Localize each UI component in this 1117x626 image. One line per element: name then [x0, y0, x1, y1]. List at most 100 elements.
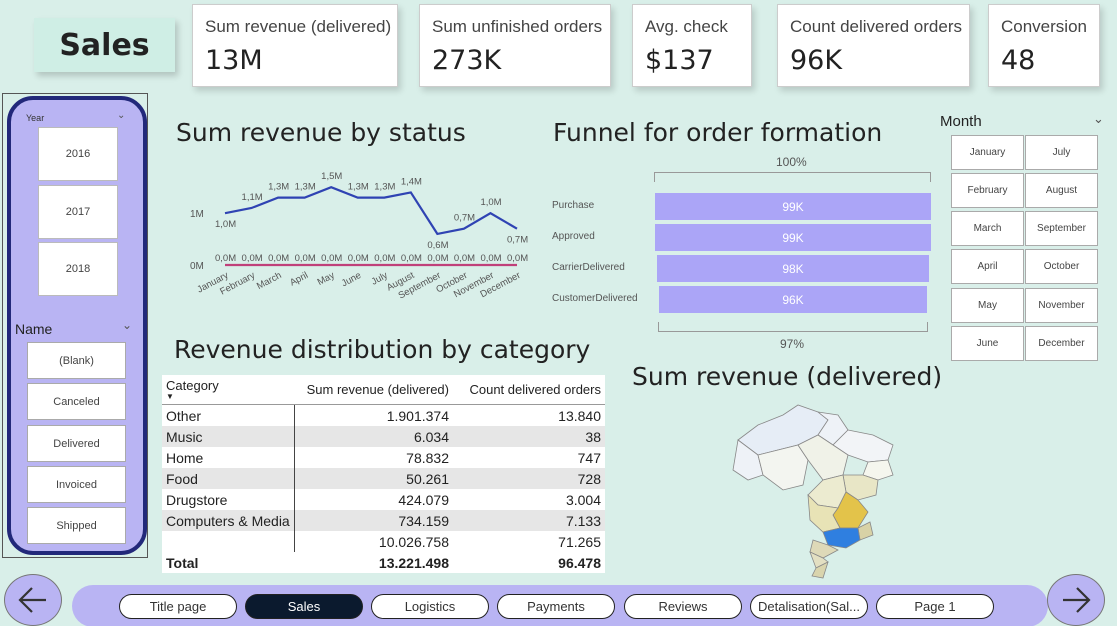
- data-label: 1,4M: [401, 176, 422, 187]
- x-tick-label: April: [288, 270, 310, 289]
- tab-detalisation[interactable]: Detalisation(Sal...: [750, 594, 868, 619]
- category-table: Category ▼ Sum revenue (delivered) Count…: [162, 375, 605, 573]
- tab-sales[interactable]: Sales: [245, 594, 363, 619]
- table-cell: Drugstore: [162, 489, 295, 510]
- data-label: 1,0M: [215, 219, 236, 230]
- data-label: 0,0M: [321, 253, 342, 264]
- column-header-count[interactable]: Count delivered orders: [455, 375, 605, 404]
- table-row[interactable]: Computers & Media 734.159 7.133: [162, 510, 605, 531]
- chevron-down-icon[interactable]: ⌄: [117, 110, 125, 121]
- month-option[interactable]: September: [1025, 211, 1098, 246]
- month-option[interactable]: May: [951, 288, 1024, 323]
- table-title: Revenue distribution by category: [174, 335, 591, 364]
- year-option[interactable]: 2016: [38, 127, 118, 181]
- funnel-bar[interactable]: 98K: [657, 255, 929, 282]
- tab-page-1[interactable]: Page 1: [876, 594, 994, 619]
- brazil-map: [732, 404, 894, 579]
- data-label: 0,7M: [454, 213, 475, 224]
- total-count: 96.478: [558, 554, 601, 571]
- name-option[interactable]: Canceled: [27, 383, 126, 420]
- table-row[interactable]: Drugstore 424.079 3.004: [162, 489, 605, 510]
- table-row[interactable]: Music 6.034 38: [162, 426, 605, 447]
- tab-reviews[interactable]: Reviews: [624, 594, 742, 619]
- funnel-stage-label: Purchase: [552, 200, 595, 211]
- name-option[interactable]: Invoiced: [27, 466, 126, 503]
- name-option[interactable]: Shipped: [27, 507, 126, 544]
- total-label: Total: [166, 554, 199, 571]
- data-label: 1,3M: [348, 182, 369, 193]
- kpi-card-avg-check: Avg. check $137: [632, 4, 752, 87]
- data-label: 0,0M: [295, 253, 316, 264]
- month-option[interactable]: April: [951, 249, 1024, 284]
- tab-title-page[interactable]: Title page: [119, 594, 237, 619]
- data-label: 0,0M: [215, 253, 236, 264]
- table-cell: 50.261: [406, 470, 449, 487]
- month-option[interactable]: July: [1025, 135, 1098, 170]
- tab-logistics[interactable]: Logistics: [371, 594, 489, 619]
- table-cell: 424.079: [398, 491, 449, 508]
- table-cell: [162, 531, 295, 552]
- kpi-value: 48: [1001, 45, 1036, 76]
- sort-desc-icon: ▼: [166, 392, 174, 401]
- month-slicer-title: Month: [940, 113, 982, 130]
- data-label: 0,0M: [348, 253, 369, 264]
- table-cell: 38: [585, 428, 601, 445]
- month-option[interactable]: October: [1025, 249, 1098, 284]
- name-option[interactable]: (Blank): [27, 342, 126, 379]
- table-cell: 13.840: [558, 407, 601, 424]
- year-slicer-title: Year: [26, 113, 45, 123]
- data-label: 0,0M: [427, 253, 448, 264]
- tab-payments[interactable]: Payments: [497, 594, 615, 619]
- month-option[interactable]: December: [1025, 326, 1098, 361]
- funnel-bar[interactable]: 99K: [655, 193, 931, 220]
- kpi-value: 13M: [205, 45, 263, 76]
- line-chart-title: Sum revenue by status: [176, 118, 466, 147]
- kpi-card-revenue: Sum revenue (delivered) 13M: [192, 4, 398, 87]
- name-slicer-title: Name: [15, 321, 53, 337]
- table-cell: 3.004: [565, 491, 601, 508]
- table-body: Other 1.901.374 13.840 Music 6.034 38 Home 78.8…: [162, 405, 605, 552]
- table-cell: 6.034: [413, 428, 449, 445]
- table-cell: Food: [162, 468, 295, 489]
- table-cell: Home: [162, 447, 295, 468]
- chevron-down-icon[interactable]: ⌄: [122, 318, 132, 332]
- table-header: Category ▼ Sum revenue (delivered) Count…: [162, 375, 605, 405]
- kpi-value: 96K: [790, 45, 843, 76]
- back-arrow-button[interactable]: [4, 574, 62, 626]
- kpi-card-conversion: Conversion 48: [988, 4, 1100, 87]
- y-tick-label: 0M: [190, 261, 204, 272]
- name-option[interactable]: Delivered: [27, 425, 126, 462]
- table-row[interactable]: 10.026.758 71.265: [162, 531, 605, 552]
- data-label: 1,0M: [480, 197, 501, 208]
- table-cell: 734.159: [398, 512, 449, 529]
- month-option[interactable]: June: [951, 326, 1024, 361]
- data-label: 0,0M: [454, 253, 475, 264]
- column-header-category[interactable]: Category ▼: [162, 375, 295, 404]
- kpi-label: Conversion: [1001, 17, 1087, 36]
- data-label: 1,3M: [268, 182, 289, 193]
- month-option[interactable]: March: [951, 211, 1024, 246]
- month-option[interactable]: August: [1025, 173, 1098, 208]
- funnel-title: Funnel for order formation: [553, 118, 883, 147]
- series-line: [224, 186, 518, 236]
- chevron-down-icon[interactable]: ⌄: [1093, 111, 1104, 127]
- month-option[interactable]: January: [951, 135, 1024, 170]
- next-arrow-button[interactable]: [1047, 574, 1105, 626]
- year-option[interactable]: 2017: [38, 185, 118, 239]
- month-option[interactable]: February: [951, 173, 1024, 208]
- total-revenue: 13.221.498: [378, 554, 449, 571]
- table-row[interactable]: Home 78.832 747: [162, 447, 605, 468]
- arrow-left-icon: [18, 587, 46, 613]
- funnel-top-bracket: [654, 172, 931, 182]
- funnel-bar[interactable]: 99K: [655, 224, 931, 251]
- month-option[interactable]: November: [1025, 288, 1098, 323]
- table-row[interactable]: Other 1.901.374 13.840: [162, 405, 605, 426]
- data-label: 1,3M: [374, 182, 395, 193]
- year-option[interactable]: 2018: [38, 242, 118, 296]
- table-cell: Other: [162, 405, 295, 426]
- table-row[interactable]: Food 50.261 728: [162, 468, 605, 489]
- column-header-revenue[interactable]: Sum revenue (delivered): [295, 375, 455, 404]
- table-total-row: Total 13.221.498 96.478: [162, 552, 605, 573]
- funnel-bar[interactable]: 96K: [659, 286, 927, 313]
- funnel-stage-label: CarrierDelivered: [552, 262, 625, 273]
